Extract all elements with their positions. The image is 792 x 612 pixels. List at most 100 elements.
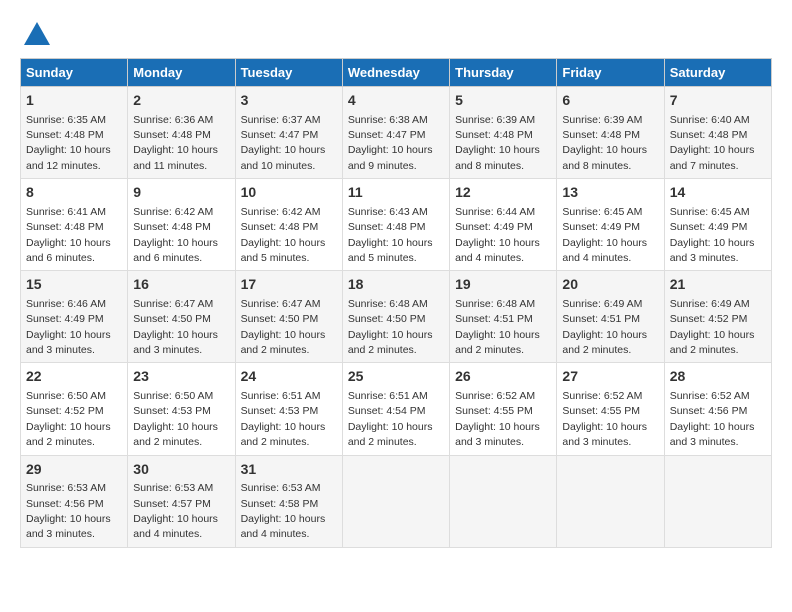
day-info: Sunrise: 6:52 AMSunset: 4:56 PMDaylight:… <box>670 390 755 448</box>
day-cell: 13 Sunrise: 6:45 AMSunset: 4:49 PMDayligh… <box>557 179 664 271</box>
day-number: 24 <box>241 367 337 387</box>
day-number: 19 <box>455 275 551 295</box>
day-cell: 26 Sunrise: 6:52 AMSunset: 4:55 PMDayligh… <box>450 363 557 455</box>
day-cell: 4 Sunrise: 6:38 AMSunset: 4:47 PMDaylight… <box>342 87 449 179</box>
day-number: 15 <box>26 275 122 295</box>
day-info: Sunrise: 6:35 AMSunset: 4:48 PMDaylight:… <box>26 114 111 172</box>
day-cell: 22 Sunrise: 6:50 AMSunset: 4:52 PMDayligh… <box>21 363 128 455</box>
day-info: Sunrise: 6:51 AMSunset: 4:53 PMDaylight:… <box>241 390 326 448</box>
day-info: Sunrise: 6:37 AMSunset: 4:47 PMDaylight:… <box>241 114 326 172</box>
day-info: Sunrise: 6:50 AMSunset: 4:52 PMDaylight:… <box>26 390 111 448</box>
day-info: Sunrise: 6:39 AMSunset: 4:48 PMDaylight:… <box>562 114 647 172</box>
day-cell: 23Sunrise: 6:50 AMSunset: 4:53 PMDayligh… <box>128 363 235 455</box>
day-cell: 31Sunrise: 6:53 AMSunset: 4:58 PMDayligh… <box>235 455 342 547</box>
day-cell: 8 Sunrise: 6:41 AMSunset: 4:48 PMDaylight… <box>21 179 128 271</box>
day-cell <box>342 455 449 547</box>
day-number: 21 <box>670 275 766 295</box>
day-number: 11 <box>348 183 444 203</box>
day-number: 17 <box>241 275 337 295</box>
day-number: 4 <box>348 91 444 111</box>
day-number: 18 <box>348 275 444 295</box>
week-row-2: 8 Sunrise: 6:41 AMSunset: 4:48 PMDaylight… <box>21 179 772 271</box>
header-cell-sunday: Sunday <box>21 59 128 87</box>
day-cell: 14Sunrise: 6:45 AMSunset: 4:49 PMDayligh… <box>664 179 771 271</box>
day-info: Sunrise: 6:39 AMSunset: 4:48 PMDaylight:… <box>455 114 540 172</box>
week-row-3: 15 Sunrise: 6:46 AMSunset: 4:49 PMDayligh… <box>21 271 772 363</box>
header-cell-tuesday: Tuesday <box>235 59 342 87</box>
day-cell: 17 Sunrise: 6:47 AMSunset: 4:50 PMDayligh… <box>235 271 342 363</box>
header-cell-saturday: Saturday <box>664 59 771 87</box>
day-number: 16 <box>133 275 229 295</box>
day-info: Sunrise: 6:36 AMSunset: 4:48 PMDaylight:… <box>133 114 218 172</box>
day-number: 25 <box>348 367 444 387</box>
day-cell: 28 Sunrise: 6:52 AMSunset: 4:56 PMDayligh… <box>664 363 771 455</box>
day-cell: 5 Sunrise: 6:39 AMSunset: 4:48 PMDaylight… <box>450 87 557 179</box>
day-cell: 21 Sunrise: 6:49 AMSunset: 4:52 PMDayligh… <box>664 271 771 363</box>
day-cell: 29Sunrise: 6:53 AMSunset: 4:56 PMDayligh… <box>21 455 128 547</box>
day-number: 2 <box>133 91 229 111</box>
logo <box>20 20 52 50</box>
day-cell <box>664 455 771 547</box>
day-info: Sunrise: 6:48 AMSunset: 4:51 PMDaylight:… <box>455 298 540 356</box>
header-cell-monday: Monday <box>128 59 235 87</box>
calendar-table: SundayMondayTuesdayWednesdayThursdayFrid… <box>20 58 772 548</box>
day-info: Sunrise: 6:47 AMSunset: 4:50 PMDaylight:… <box>133 298 218 356</box>
day-number: 9 <box>133 183 229 203</box>
day-info: Sunrise: 6:38 AMSunset: 4:47 PMDaylight:… <box>348 114 433 172</box>
day-number: 3 <box>241 91 337 111</box>
day-cell: 30Sunrise: 6:53 AMSunset: 4:57 PMDayligh… <box>128 455 235 547</box>
week-row-4: 22 Sunrise: 6:50 AMSunset: 4:52 PMDayligh… <box>21 363 772 455</box>
day-info: Sunrise: 6:45 AMSunset: 4:49 PMDaylight:… <box>670 206 755 264</box>
day-info: Sunrise: 6:42 AMSunset: 4:48 PMDaylight:… <box>133 206 218 264</box>
day-info: Sunrise: 6:53 AMSunset: 4:57 PMDaylight:… <box>133 482 218 540</box>
day-cell: 19 Sunrise: 6:48 AMSunset: 4:51 PMDayligh… <box>450 271 557 363</box>
day-cell <box>450 455 557 547</box>
header-cell-wednesday: Wednesday <box>342 59 449 87</box>
day-info: Sunrise: 6:52 AMSunset: 4:55 PMDaylight:… <box>455 390 540 448</box>
week-row-5: 29Sunrise: 6:53 AMSunset: 4:56 PMDayligh… <box>21 455 772 547</box>
header-cell-friday: Friday <box>557 59 664 87</box>
day-number: 12 <box>455 183 551 203</box>
day-cell: 12 Sunrise: 6:44 AMSunset: 4:49 PMDayligh… <box>450 179 557 271</box>
header-row: SundayMondayTuesdayWednesdayThursdayFrid… <box>21 59 772 87</box>
header <box>20 20 772 50</box>
day-cell: 10 Sunrise: 6:42 AMSunset: 4:48 PMDayligh… <box>235 179 342 271</box>
day-number: 31 <box>241 460 337 480</box>
header-cell-thursday: Thursday <box>450 59 557 87</box>
day-cell: 27 Sunrise: 6:52 AMSunset: 4:55 PMDayligh… <box>557 363 664 455</box>
day-cell: 1Sunrise: 6:35 AMSunset: 4:48 PMDaylight… <box>21 87 128 179</box>
day-cell: 18 Sunrise: 6:48 AMSunset: 4:50 PMDayligh… <box>342 271 449 363</box>
day-info: Sunrise: 6:45 AMSunset: 4:49 PMDaylight:… <box>562 206 647 264</box>
day-cell: 7Sunrise: 6:40 AMSunset: 4:48 PMDaylight… <box>664 87 771 179</box>
day-info: Sunrise: 6:44 AMSunset: 4:49 PMDaylight:… <box>455 206 540 264</box>
day-info: Sunrise: 6:52 AMSunset: 4:55 PMDaylight:… <box>562 390 647 448</box>
week-row-1: 1Sunrise: 6:35 AMSunset: 4:48 PMDaylight… <box>21 87 772 179</box>
day-number: 13 <box>562 183 658 203</box>
day-cell: 20Sunrise: 6:49 AMSunset: 4:51 PMDayligh… <box>557 271 664 363</box>
day-number: 8 <box>26 183 122 203</box>
day-number: 10 <box>241 183 337 203</box>
day-number: 28 <box>670 367 766 387</box>
day-number: 29 <box>26 460 122 480</box>
day-info: Sunrise: 6:47 AMSunset: 4:50 PMDaylight:… <box>241 298 326 356</box>
day-info: Sunrise: 6:41 AMSunset: 4:48 PMDaylight:… <box>26 206 111 264</box>
day-number: 7 <box>670 91 766 111</box>
day-number: 30 <box>133 460 229 480</box>
day-number: 5 <box>455 91 551 111</box>
day-info: Sunrise: 6:48 AMSunset: 4:50 PMDaylight:… <box>348 298 433 356</box>
day-cell: 15 Sunrise: 6:46 AMSunset: 4:49 PMDayligh… <box>21 271 128 363</box>
day-number: 20 <box>562 275 658 295</box>
day-number: 27 <box>562 367 658 387</box>
day-number: 22 <box>26 367 122 387</box>
day-info: Sunrise: 6:42 AMSunset: 4:48 PMDaylight:… <box>241 206 326 264</box>
day-info: Sunrise: 6:53 AMSunset: 4:56 PMDaylight:… <box>26 482 111 540</box>
logo-icon <box>22 20 52 50</box>
day-info: Sunrise: 6:43 AMSunset: 4:48 PMDaylight:… <box>348 206 433 264</box>
day-info: Sunrise: 6:51 AMSunset: 4:54 PMDaylight:… <box>348 390 433 448</box>
day-number: 6 <box>562 91 658 111</box>
day-info: Sunrise: 6:50 AMSunset: 4:53 PMDaylight:… <box>133 390 218 448</box>
day-info: Sunrise: 6:49 AMSunset: 4:52 PMDaylight:… <box>670 298 755 356</box>
day-cell: 11 Sunrise: 6:43 AMSunset: 4:48 PMDayligh… <box>342 179 449 271</box>
day-info: Sunrise: 6:46 AMSunset: 4:49 PMDaylight:… <box>26 298 111 356</box>
day-number: 26 <box>455 367 551 387</box>
